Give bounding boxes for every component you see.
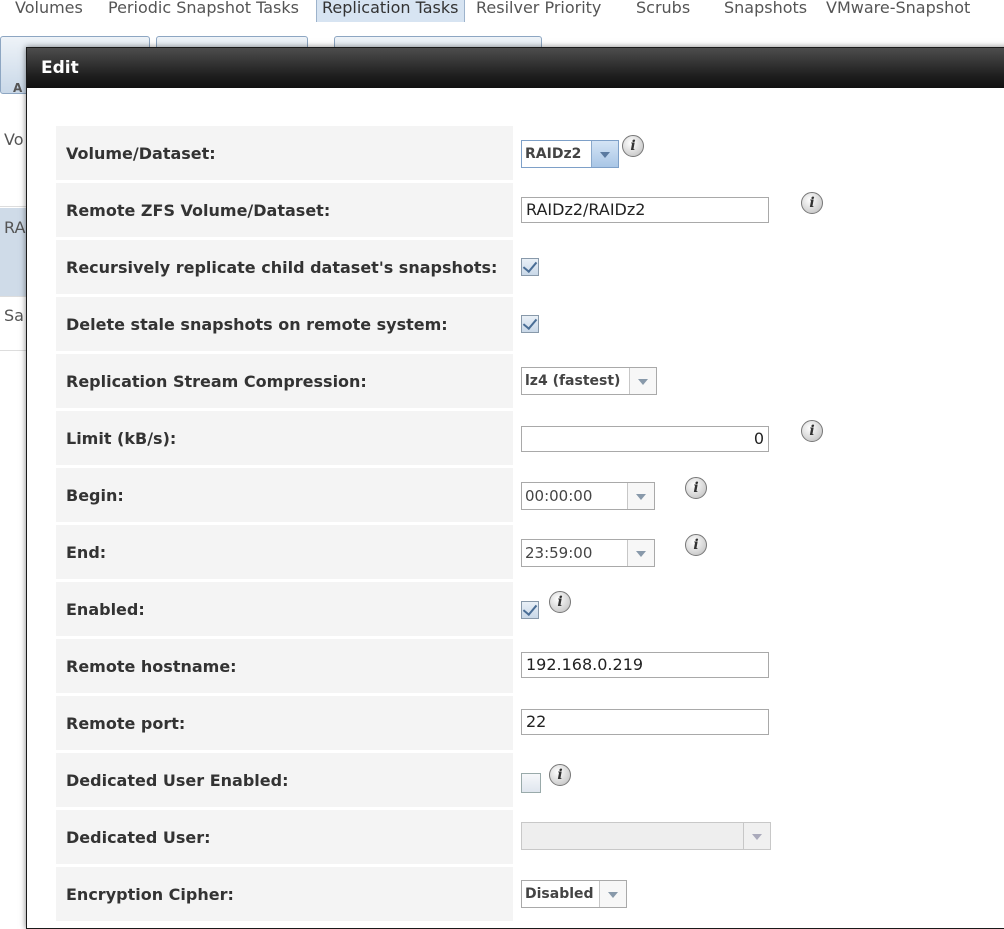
volume-dataset-label: Volume/Dataset:	[56, 126, 513, 180]
row-remote-port: Remote port: 22	[56, 696, 1004, 750]
tab-volumes[interactable]: Volumes	[15, 0, 83, 22]
remote-hostname-input[interactable]: 192.168.0.219	[521, 652, 769, 678]
info-icon[interactable]: i	[685, 534, 707, 556]
info-icon[interactable]: i	[622, 135, 644, 157]
recursive-label: Recursively replicate child dataset's sn…	[56, 240, 513, 294]
row-remote-hostname: Remote hostname: 192.168.0.219	[56, 639, 1004, 693]
limit-input[interactable]: 0	[521, 426, 769, 452]
remote-dataset-input[interactable]: RAIDz2/RAIDz2	[521, 197, 769, 223]
limit-label: Limit (kB/s):	[56, 411, 513, 465]
encryption-cipher-label: Encryption Cipher:	[56, 867, 513, 921]
begin-label: Begin:	[56, 468, 513, 522]
row-encryption-cipher: Encryption Cipher: Disabled	[56, 867, 1004, 921]
row-recursive: Recursively replicate child dataset's sn…	[56, 240, 1004, 294]
tab-replication-tasks[interactable]: Replication Tasks	[316, 0, 465, 23]
tab-snapshots[interactable]: Snapshots	[724, 0, 807, 22]
row-compression: Replication Stream Compression: lz4 (fas…	[56, 354, 1004, 408]
remote-port-input[interactable]: 22	[521, 709, 769, 735]
volume-dataset-value: RAIDz2	[525, 146, 582, 162]
recursive-checkbox[interactable]	[521, 257, 539, 276]
end-time-select[interactable]: 23:59:00	[521, 539, 655, 567]
info-icon[interactable]: i	[801, 420, 823, 442]
encryption-cipher-select[interactable]: Disabled	[521, 880, 627, 908]
edit-dialog: Edit ✕ Volume/Dataset: RAIDz2 i Remote Z…	[26, 47, 1004, 929]
remote-hostname-label: Remote hostname:	[56, 639, 513, 693]
chevron-down-icon	[636, 494, 646, 500]
background-button-label: A	[13, 81, 23, 95]
end-label: End:	[56, 525, 513, 579]
remote-dataset-label: Remote ZFS Volume/Dataset:	[56, 183, 513, 237]
tab-resilver-priority[interactable]: Resilver Priority	[476, 0, 601, 22]
dedicated-user-enabled-label: Dedicated User Enabled:	[56, 753, 513, 807]
begin-time-select[interactable]: 00:00:00	[521, 482, 655, 510]
row-volume-dataset: Volume/Dataset: RAIDz2 i	[56, 126, 1004, 180]
compression-value: lz4 (fastest)	[525, 373, 621, 389]
dialog-title: Edit	[41, 58, 79, 78]
row-end: End: 23:59:00 i	[56, 525, 1004, 579]
dedicated-user-label: Dedicated User:	[56, 810, 513, 864]
row-dedicated-user-enabled: Dedicated User Enabled: i	[56, 753, 1004, 807]
chevron-down-icon	[608, 892, 618, 898]
row-delete-stale: Delete stale snapshots on remote system:	[56, 297, 1004, 351]
app-tab-bar: Volumes Periodic Snapshot Tasks Replicat…	[0, 0, 1004, 23]
end-value: 23:59:00	[525, 544, 593, 562]
begin-value: 00:00:00	[525, 487, 593, 505]
chevron-down-icon	[638, 379, 648, 385]
dedicated-user-enabled-checkbox[interactable]	[521, 773, 541, 793]
enabled-label: Enabled:	[56, 582, 513, 636]
chevron-down-icon	[600, 152, 610, 158]
chevron-down-icon	[636, 551, 646, 557]
volume-dataset-select[interactable]: RAIDz2	[521, 140, 619, 168]
row-limit: Limit (kB/s): 0 i	[56, 411, 1004, 465]
delete-stale-label: Delete stale snapshots on remote system:	[56, 297, 513, 351]
compression-select[interactable]: lz4 (fastest)	[521, 367, 657, 395]
check-icon	[522, 600, 538, 617]
row-remote-dataset: Remote ZFS Volume/Dataset: RAIDz2/RAIDz2…	[56, 183, 1004, 237]
info-icon[interactable]: i	[801, 192, 823, 214]
row-begin: Begin: 00:00:00 i	[56, 468, 1004, 522]
check-icon	[522, 314, 538, 331]
encryption-cipher-value: Disabled	[525, 886, 594, 902]
compression-label: Replication Stream Compression:	[56, 354, 513, 408]
dedicated-user-select[interactable]	[521, 822, 771, 850]
row-dedicated-user: Dedicated User:	[56, 810, 1004, 864]
tab-periodic-snapshot-tasks[interactable]: Periodic Snapshot Tasks	[108, 0, 299, 22]
tab-scrubs[interactable]: Scrubs	[636, 0, 690, 22]
info-icon[interactable]: i	[549, 591, 571, 613]
row-enabled: Enabled: i	[56, 582, 1004, 636]
enabled-checkbox[interactable]	[521, 600, 539, 619]
delete-stale-checkbox[interactable]	[521, 314, 539, 333]
dialog-titlebar[interactable]: Edit ✕	[27, 48, 1004, 88]
check-icon	[522, 257, 538, 274]
remote-port-label: Remote port:	[56, 696, 513, 750]
info-icon[interactable]: i	[549, 764, 571, 786]
tab-vmware-snapshot[interactable]: VMware-Snapshot	[826, 0, 970, 22]
info-icon[interactable]: i	[685, 477, 707, 499]
chevron-down-icon	[752, 834, 762, 840]
